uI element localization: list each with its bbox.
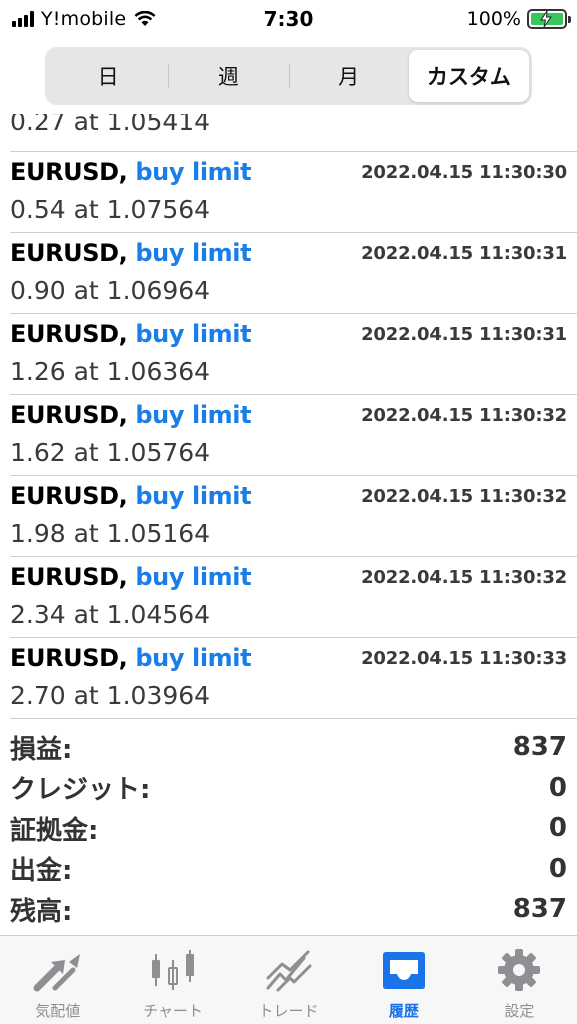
summary-label: 出金:	[10, 856, 73, 887]
order-title: EURUSD, buy limit	[10, 320, 252, 348]
tab-label: トレード	[258, 1002, 319, 1020]
account-summary: 損益: 837 クレジット: 0 証拠金: 0 出金: 0 残高: 837	[10, 727, 567, 930]
order-time: 2022.04.15 11:30:32	[361, 567, 567, 588]
battery-charging-icon	[527, 9, 571, 29]
quotes-arrows-icon	[33, 946, 83, 994]
summary-withdrawal: 出金: 0	[10, 849, 567, 890]
list-item[interactable]: EURUSD, buy limit 2022.04.15 11:30:32 2.…	[10, 557, 577, 638]
segment-week[interactable]: 週	[168, 50, 288, 102]
gear-icon	[495, 946, 543, 994]
battery-percent: 100%	[466, 8, 521, 30]
candlestick-chart-icon	[148, 946, 198, 994]
list-item[interactable]: EURUSD, buy limit 2022.04.15 11:30:31 1.…	[10, 314, 577, 395]
order-detail: 2.34 at 1.04564	[10, 600, 211, 629]
tab-trade[interactable]: トレード	[231, 936, 346, 1024]
order-time: 2022.04.15 11:30:30	[361, 162, 567, 183]
list-item[interactable]: EURUSD, buy limit 2022.04.15 11:30:31 0.…	[10, 233, 577, 314]
summary-value: 837	[512, 732, 567, 763]
order-detail: 1.98 at 1.05164	[10, 519, 211, 548]
order-type: buy limit	[135, 158, 252, 186]
order-detail: 1.62 at 1.05764	[10, 438, 211, 467]
tab-history[interactable]: 履歴	[346, 936, 461, 1024]
order-symbol: EURUSD,	[10, 401, 128, 429]
segment-day[interactable]: 日	[48, 50, 168, 102]
order-time: 2022.04.15 11:30:31	[361, 324, 567, 345]
order-detail: 2.70 at 1.03964	[10, 681, 211, 710]
list-item[interactable]: EURUSD, buy limit 2022.04.15 11:30:30 0.…	[10, 152, 577, 233]
summary-credit: クレジット: 0	[10, 768, 567, 809]
order-time: 2022.04.15 11:30:31	[361, 243, 567, 264]
order-symbol: EURUSD,	[10, 644, 128, 672]
period-segmented-control: 日 週 月 カスタム	[45, 47, 532, 105]
order-detail: 0.90 at 1.06964	[10, 276, 211, 305]
order-type: buy limit	[135, 482, 252, 510]
tab-label: チャート	[143, 1002, 204, 1020]
order-type: buy limit	[135, 320, 252, 348]
summary-label: 残高:	[10, 896, 73, 927]
segment-month[interactable]: 月	[288, 50, 409, 102]
order-time: 2022.04.15 11:30:33	[361, 648, 567, 669]
summary-label: クレジット:	[10, 775, 151, 806]
trade-line-icon	[264, 946, 314, 994]
summary-deposit: 証拠金: 0	[10, 808, 567, 849]
list-item[interactable]: EURUSD, buy limit 2022.04.15 11:30:32 1.…	[10, 395, 577, 476]
bottom-tab-bar: 気配値 チャート トレード 履歴 設定	[0, 935, 577, 1024]
order-symbol: EURUSD,	[10, 563, 128, 591]
order-time: 2022.04.15 11:30:32	[361, 405, 567, 426]
order-detail: 0.54 at 1.07564	[10, 195, 211, 224]
history-inbox-icon	[380, 946, 428, 994]
order-time: 2022.04.15 11:30:32	[361, 486, 567, 507]
status-bar: Y!mobile 7:30 100%	[0, 0, 577, 36]
status-bar-right: 100%	[466, 8, 571, 30]
order-detail: 1.26 at 1.06364	[10, 357, 211, 386]
summary-balance: 残高: 837	[10, 889, 567, 930]
order-title: EURUSD, buy limit	[10, 401, 252, 429]
tab-label: 履歴	[388, 1002, 419, 1020]
order-title: EURUSD, buy limit	[10, 563, 252, 591]
summary-profit: 損益: 837	[10, 727, 567, 768]
segment-custom[interactable]: カスタム	[408, 50, 529, 102]
order-type: buy limit	[135, 644, 252, 672]
order-symbol: EURUSD,	[10, 158, 128, 186]
summary-label: 損益:	[10, 734, 73, 765]
summary-value: 0	[548, 853, 567, 884]
order-type: buy limit	[135, 239, 252, 267]
order-type: buy limit	[135, 563, 252, 591]
tab-label: 気配値	[35, 1002, 81, 1020]
list-item-partial[interactable]: 0.27 at 1.05414	[10, 114, 577, 152]
history-list: 0.27 at 1.05414 EURUSD, buy limit 2022.0…	[0, 114, 577, 719]
order-title: EURUSD, buy limit	[10, 644, 252, 672]
tab-label: 設定	[504, 1002, 535, 1020]
list-item[interactable]: EURUSD, buy limit 2022.04.15 11:30:33 2.…	[10, 638, 577, 719]
order-title: EURUSD, buy limit	[10, 239, 252, 267]
tab-quotes[interactable]: 気配値	[0, 936, 115, 1024]
order-detail: 0.27 at 1.05414	[10, 114, 211, 136]
tab-chart[interactable]: チャート	[115, 936, 230, 1024]
list-item[interactable]: EURUSD, buy limit 2022.04.15 11:30:32 1.…	[10, 476, 577, 557]
order-symbol: EURUSD,	[10, 320, 128, 348]
summary-value: 0	[548, 772, 567, 803]
order-title: EURUSD, buy limit	[10, 482, 252, 510]
order-type: buy limit	[135, 401, 252, 429]
order-symbol: EURUSD,	[10, 239, 128, 267]
order-title: EURUSD, buy limit	[10, 158, 252, 186]
order-symbol: EURUSD,	[10, 482, 128, 510]
summary-label: 証拠金:	[10, 815, 99, 846]
summary-value: 0	[548, 813, 567, 844]
tab-settings[interactable]: 設定	[462, 936, 577, 1024]
summary-value: 837	[512, 894, 567, 925]
